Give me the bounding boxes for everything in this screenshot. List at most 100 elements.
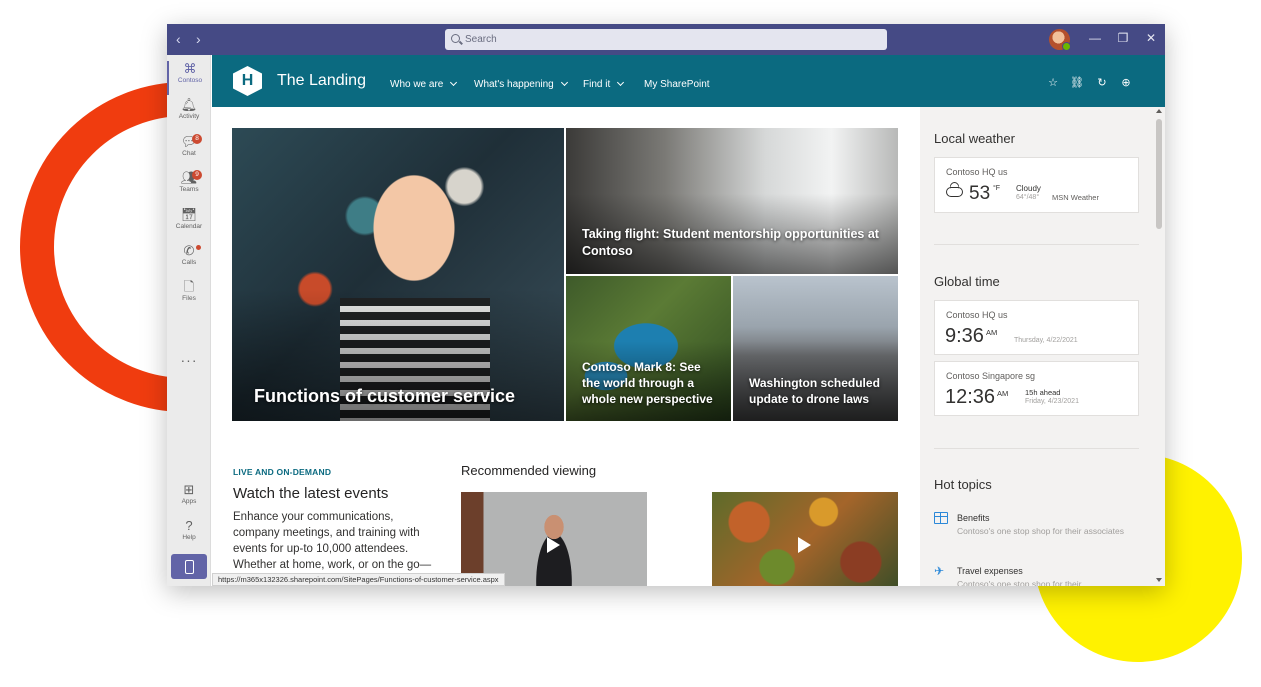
- rail-item-label: Teams: [179, 186, 199, 193]
- events-body: Enhance your communications, company mee…: [233, 511, 432, 571]
- site-title[interactable]: The Landing: [277, 72, 366, 90]
- calls-indicator-dot: [196, 245, 201, 250]
- site-header: H The Landing Who we are What's happenin…: [212, 55, 1165, 107]
- clock-offset: 15h ahead: [1025, 388, 1061, 397]
- teams-badge: 9: [192, 170, 202, 180]
- mobile-device-button[interactable]: [171, 554, 207, 579]
- avatar[interactable]: [1049, 29, 1071, 51]
- rail-item-files[interactable]: 🗋 Files: [167, 279, 211, 313]
- clock-ampm: AM: [997, 389, 1009, 398]
- rail-item-contoso[interactable]: ⌘ Contoso: [167, 61, 211, 95]
- nav-who-we-are[interactable]: Who we are: [390, 78, 458, 91]
- rail-item-label: Activity: [178, 113, 200, 120]
- rail-item-help[interactable]: ? Help: [167, 518, 211, 552]
- refresh-icon[interactable]: ↻: [1095, 77, 1109, 89]
- nav-label: Find it: [583, 79, 611, 90]
- search-placeholder: Search: [465, 34, 497, 45]
- nav-find-it[interactable]: Find it: [583, 78, 625, 91]
- clock-card[interactable]: Contoso HQ us 9:36 AM Thursday, 4/22/202…: [934, 300, 1139, 355]
- hero-tile-washington[interactable]: Washington scheduled update to drone law…: [733, 276, 898, 421]
- hot-topic-travel[interactable]: ✈ Travel expenses Contoso's one stop sho…: [934, 565, 1139, 586]
- contoso-icon: ⌘: [183, 61, 197, 76]
- app-rail: ⌘ Contoso 🔔︎ Activity 💬︎ Chat 8 👥︎ Teams…: [167, 55, 211, 586]
- hot-topics-heading: Hot topics: [934, 477, 992, 492]
- hero-title: Washington scheduled update to drone law…: [749, 376, 880, 406]
- weather-heading: Local weather: [934, 131, 1015, 146]
- cloud-icon: [946, 187, 963, 197]
- weather-temp: 53: [969, 183, 991, 204]
- weather-condition: Cloudy: [1016, 184, 1041, 193]
- rail-item-label: Calls: [181, 259, 197, 266]
- hero-title: Contoso Mark 8: See the world through a …: [582, 360, 713, 406]
- scrollbar[interactable]: [1153, 107, 1165, 586]
- global-time-heading: Global time: [934, 274, 1000, 289]
- chat-icon: 💬︎: [180, 134, 198, 149]
- teams-window: ‹ › Search — ❐ ✕ ⌘ Contoso 🔔︎ Activity 💬…: [167, 24, 1165, 586]
- restore-button[interactable]: ❐: [1115, 30, 1131, 46]
- hot-topic-desc: Contoso's one stop shop for their: [957, 579, 1082, 586]
- site-logo[interactable]: H: [233, 66, 262, 96]
- chat-badge: 8: [192, 134, 202, 144]
- scrollbar-thumb[interactable]: [1156, 119, 1162, 229]
- weather-source: MSN Weather: [1052, 193, 1099, 202]
- help-icon: ?: [185, 518, 193, 533]
- scroll-up-arrow[interactable]: [1156, 109, 1162, 113]
- minimize-button[interactable]: —: [1087, 30, 1103, 46]
- weather-location: Contoso HQ us: [946, 167, 1008, 177]
- bell-icon: 🔔︎: [180, 97, 198, 112]
- hot-topic-benefits[interactable]: Benefits Contoso's one stop shop for the…: [934, 512, 1139, 552]
- globe-icon[interactable]: ⊕: [1119, 77, 1133, 89]
- weather-range: 64°/48°: [1016, 194, 1040, 201]
- nav-whats-happening[interactable]: What's happening: [474, 78, 568, 91]
- nav-label: What's happening: [474, 79, 554, 90]
- clock-location: Contoso HQ us: [946, 310, 1008, 320]
- events-kicker: LIVE AND ON-DEMAND: [233, 467, 332, 477]
- divider: [934, 448, 1139, 449]
- clock-time: 9:36: [945, 325, 984, 347]
- chevron-down-icon: [450, 78, 458, 87]
- teams-icon: 👥︎: [180, 170, 198, 185]
- video-thumbnail[interactable]: [712, 492, 898, 586]
- nav-my-sharepoint[interactable]: My SharePoint: [644, 79, 710, 91]
- divider: [934, 244, 1139, 245]
- calendar-icon: 📅︎: [180, 207, 198, 222]
- scroll-down-arrow[interactable]: [1156, 578, 1162, 582]
- apps-icon: ⊞: [183, 482, 195, 497]
- file-icon: 🗋: [183, 279, 195, 294]
- search-icon: [451, 34, 460, 43]
- star-icon[interactable]: ☆: [1046, 77, 1060, 89]
- recommended-title: Recommended viewing: [461, 463, 597, 478]
- play-icon[interactable]: [798, 537, 811, 553]
- title-bar: ‹ › Search — ❐ ✕: [167, 24, 1165, 55]
- hero-tile-main[interactable]: Functions of customer service: [232, 128, 564, 421]
- chevron-right-icon[interactable]: ›: [196, 32, 201, 46]
- events-title[interactable]: Watch the latest events: [233, 485, 388, 503]
- rail-item-activity[interactable]: 🔔︎ Activity: [167, 97, 211, 131]
- search-input[interactable]: Search: [445, 29, 887, 50]
- rail-item-calendar[interactable]: 📅︎ Calendar: [167, 207, 211, 241]
- hero-tile-mark8[interactable]: Contoso Mark 8: See the world through a …: [566, 276, 731, 421]
- right-panel: Local weather Contoso HQ us 53 °F Cloudy…: [920, 107, 1165, 586]
- clock-card[interactable]: Contoso Singapore sg 12:36 AM 15h ahead …: [934, 361, 1139, 416]
- weather-card[interactable]: Contoso HQ us 53 °F Cloudy 64°/48° MSN W…: [934, 157, 1139, 213]
- close-button[interactable]: ✕: [1143, 30, 1159, 46]
- rail-item-label: Contoso: [177, 77, 203, 84]
- rail-item-teams[interactable]: 👥︎ Teams 9: [167, 170, 211, 204]
- chevron-left-icon[interactable]: ‹: [176, 32, 181, 46]
- video-thumbnail[interactable]: [461, 492, 647, 586]
- chevron-down-icon: [560, 78, 568, 87]
- play-icon[interactable]: [547, 537, 560, 553]
- rail-item-apps[interactable]: ⊞ Apps: [167, 482, 211, 516]
- rail-item-label: Apps: [181, 498, 197, 505]
- clock-date: Thursday, 4/22/2021: [1014, 337, 1078, 344]
- hero-tile-flight[interactable]: Taking flight: Student mentorship opport…: [566, 128, 898, 274]
- stage: ‹ › Search — ❐ ✕ ⌘ Contoso 🔔︎ Activity 💬…: [0, 0, 1261, 687]
- nav-label: My SharePoint: [644, 79, 710, 90]
- hero-title: Taking flight: Student mentorship opport…: [582, 227, 879, 258]
- rail-item-chat[interactable]: 💬︎ Chat 8: [167, 134, 211, 168]
- hot-topic-label: Travel expenses: [957, 566, 1023, 576]
- clock-date: Friday, 4/23/2021: [1025, 398, 1079, 405]
- link-icon[interactable]: ⛓: [1070, 77, 1084, 89]
- rail-item-calls[interactable]: ✆ Calls: [167, 243, 211, 277]
- more-apps-button[interactable]: ···: [167, 352, 211, 368]
